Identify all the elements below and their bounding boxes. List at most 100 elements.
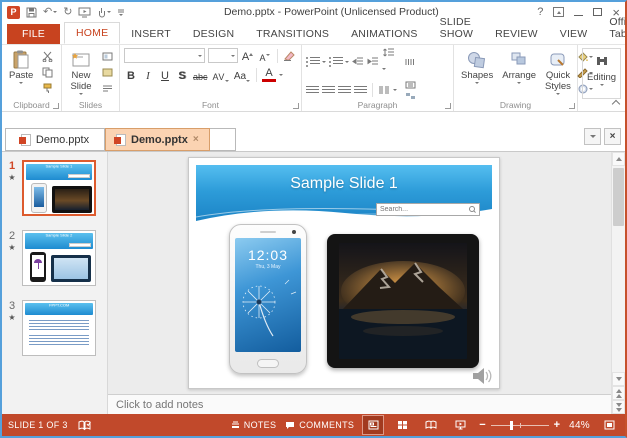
undo-icon[interactable]: ↶ [43,6,58,18]
convert-smartart-icon[interactable] [402,91,418,100]
vertical-scrollbar[interactable] [611,152,625,414]
tab-slide-show[interactable]: SLIDE SHOW [429,12,484,44]
text-shadow-button[interactable]: S [175,67,189,82]
tab-office-tab[interactable]: Office Tab [598,12,625,44]
clear-formatting-icon[interactable] [282,49,297,62]
grow-font-button[interactable]: A [241,48,255,63]
minimize-button[interactable] [574,14,584,16]
spell-check-icon[interactable] [78,420,91,431]
zoom-slider[interactable] [490,420,549,430]
slide-title[interactable]: Sample Slide 1 [196,175,492,193]
cut-icon[interactable] [39,50,55,63]
editing-button[interactable]: Editing [582,48,622,99]
tab-animations[interactable]: ANIMATIONS [340,24,429,44]
smartphone-image[interactable]: 12:03 Thu, 3 May [229,224,307,374]
redo-icon[interactable]: ↻ [63,6,72,18]
slide-header-graphic[interactable]: Sample Slide 1 [196,165,492,223]
tab-transitions[interactable]: TRANSITIONS [245,24,340,44]
text-direction-icon[interactable] [402,57,418,66]
format-painter-icon[interactable] [39,82,55,95]
slide-search-box[interactable] [376,203,480,216]
slide-counter[interactable]: SLIDE 1 OF 3 [8,420,68,430]
tab-view[interactable]: VIEW [549,24,599,44]
slide-editor[interactable]: Sample Slide 1 12:03 Thu, 3 May [188,157,500,389]
zoom-level[interactable]: 44% [569,420,590,431]
slide-thumbnail-3[interactable]: FPPT.COM [22,300,96,356]
bullets-icon[interactable] [306,56,326,67]
next-slide-icon[interactable] [612,400,625,414]
save-icon[interactable] [26,7,37,18]
columns-icon[interactable] [378,86,390,95]
slide-thumbnail-2[interactable]: Sample Slide 2 [22,230,96,286]
shapes-button[interactable]: Shapes [458,48,496,99]
slide-show-button[interactable] [450,416,470,434]
slide-sorter-view-button[interactable] [392,416,412,434]
scrollbar-thumb[interactable] [613,168,624,226]
paragraph-dialog-launcher[interactable] [445,103,451,109]
font-color-button[interactable]: A [262,67,277,82]
quick-styles-button[interactable]: Quick Styles [542,48,574,99]
reset-slide-icon[interactable] [99,66,115,79]
font-color-dropdown[interactable] [279,73,284,76]
numbering-icon[interactable] [329,56,349,67]
shrink-font-button[interactable]: A [258,48,272,63]
font-size-combo[interactable] [207,48,238,63]
increase-indent-icon[interactable] [367,57,379,66]
character-spacing-button[interactable]: AV [212,67,230,82]
scroll-down-icon[interactable] [612,372,625,386]
zoom-slider-thumb[interactable] [510,420,514,430]
slide-layout-icon[interactable] [99,50,115,63]
italic-button[interactable]: I [141,67,155,82]
justify-icon[interactable] [354,85,367,95]
new-slide-button[interactable]: New Slide [66,48,96,99]
audio-speaker-icon[interactable] [471,366,493,386]
customize-qat-icon[interactable] [117,9,125,16]
font-dialog-launcher[interactable] [293,103,299,109]
zoom-out-button[interactable]: − [479,419,485,431]
tab-review[interactable]: REVIEW [484,24,549,44]
align-center-icon[interactable] [322,85,335,95]
doc-tab-demo-2-active[interactable]: Demo.pptx × [105,128,210,151]
arrange-button[interactable]: Arrange [499,48,539,99]
fit-slide-to-window-icon[interactable] [599,416,619,434]
underline-button[interactable]: U [158,67,172,82]
align-right-icon[interactable] [338,85,351,95]
change-case-button[interactable]: Aa [233,67,251,82]
zoom-in-button[interactable]: + [554,419,560,431]
normal-view-button[interactable] [362,415,385,435]
close-document-button[interactable]: × [604,128,621,145]
notes-pane[interactable]: Click to add notes [108,394,611,414]
notes-toggle[interactable]: NOTES [231,420,277,430]
copy-icon[interactable] [39,66,55,79]
tab-home[interactable]: HOME [63,22,121,44]
paste-button[interactable]: Paste [6,48,36,99]
ribbon-display-options-button[interactable] [553,7,565,17]
tablet-image[interactable] [327,234,479,368]
tab-file[interactable]: FILE [7,24,60,44]
clipboard-dialog-launcher[interactable] [53,103,59,109]
drawing-dialog-launcher[interactable] [569,103,575,109]
tab-insert[interactable]: INSERT [120,24,182,44]
touch-mouse-mode-icon[interactable] [97,7,112,18]
close-tab-icon[interactable]: × [193,134,199,145]
previous-slide-icon[interactable] [612,386,625,400]
align-text-icon[interactable] [402,80,418,89]
tab-list-dropdown-button[interactable] [584,128,601,145]
strikethrough-button[interactable]: abc [192,67,209,82]
doc-tab-demo-1[interactable]: Demo.pptx [5,128,105,151]
slide-thumbnail-1[interactable]: Sample Slide 1 [22,160,96,216]
help-button[interactable]: ? [537,6,543,18]
bold-button[interactable]: B [124,67,138,82]
comments-toggle[interactable]: COMMENTS [285,420,354,430]
reading-view-button[interactable] [421,416,441,434]
scroll-up-icon[interactable] [612,152,625,166]
section-icon[interactable] [99,82,115,95]
line-spacing-icon[interactable] [382,48,395,75]
search-input[interactable] [377,206,469,213]
new-tab-stub[interactable] [209,128,236,151]
start-from-beginning-icon[interactable] [78,7,91,18]
font-name-combo[interactable] [124,48,205,63]
decrease-indent-icon[interactable] [352,57,364,66]
tab-design[interactable]: DESIGN [182,24,245,44]
align-left-icon[interactable] [306,85,319,95]
